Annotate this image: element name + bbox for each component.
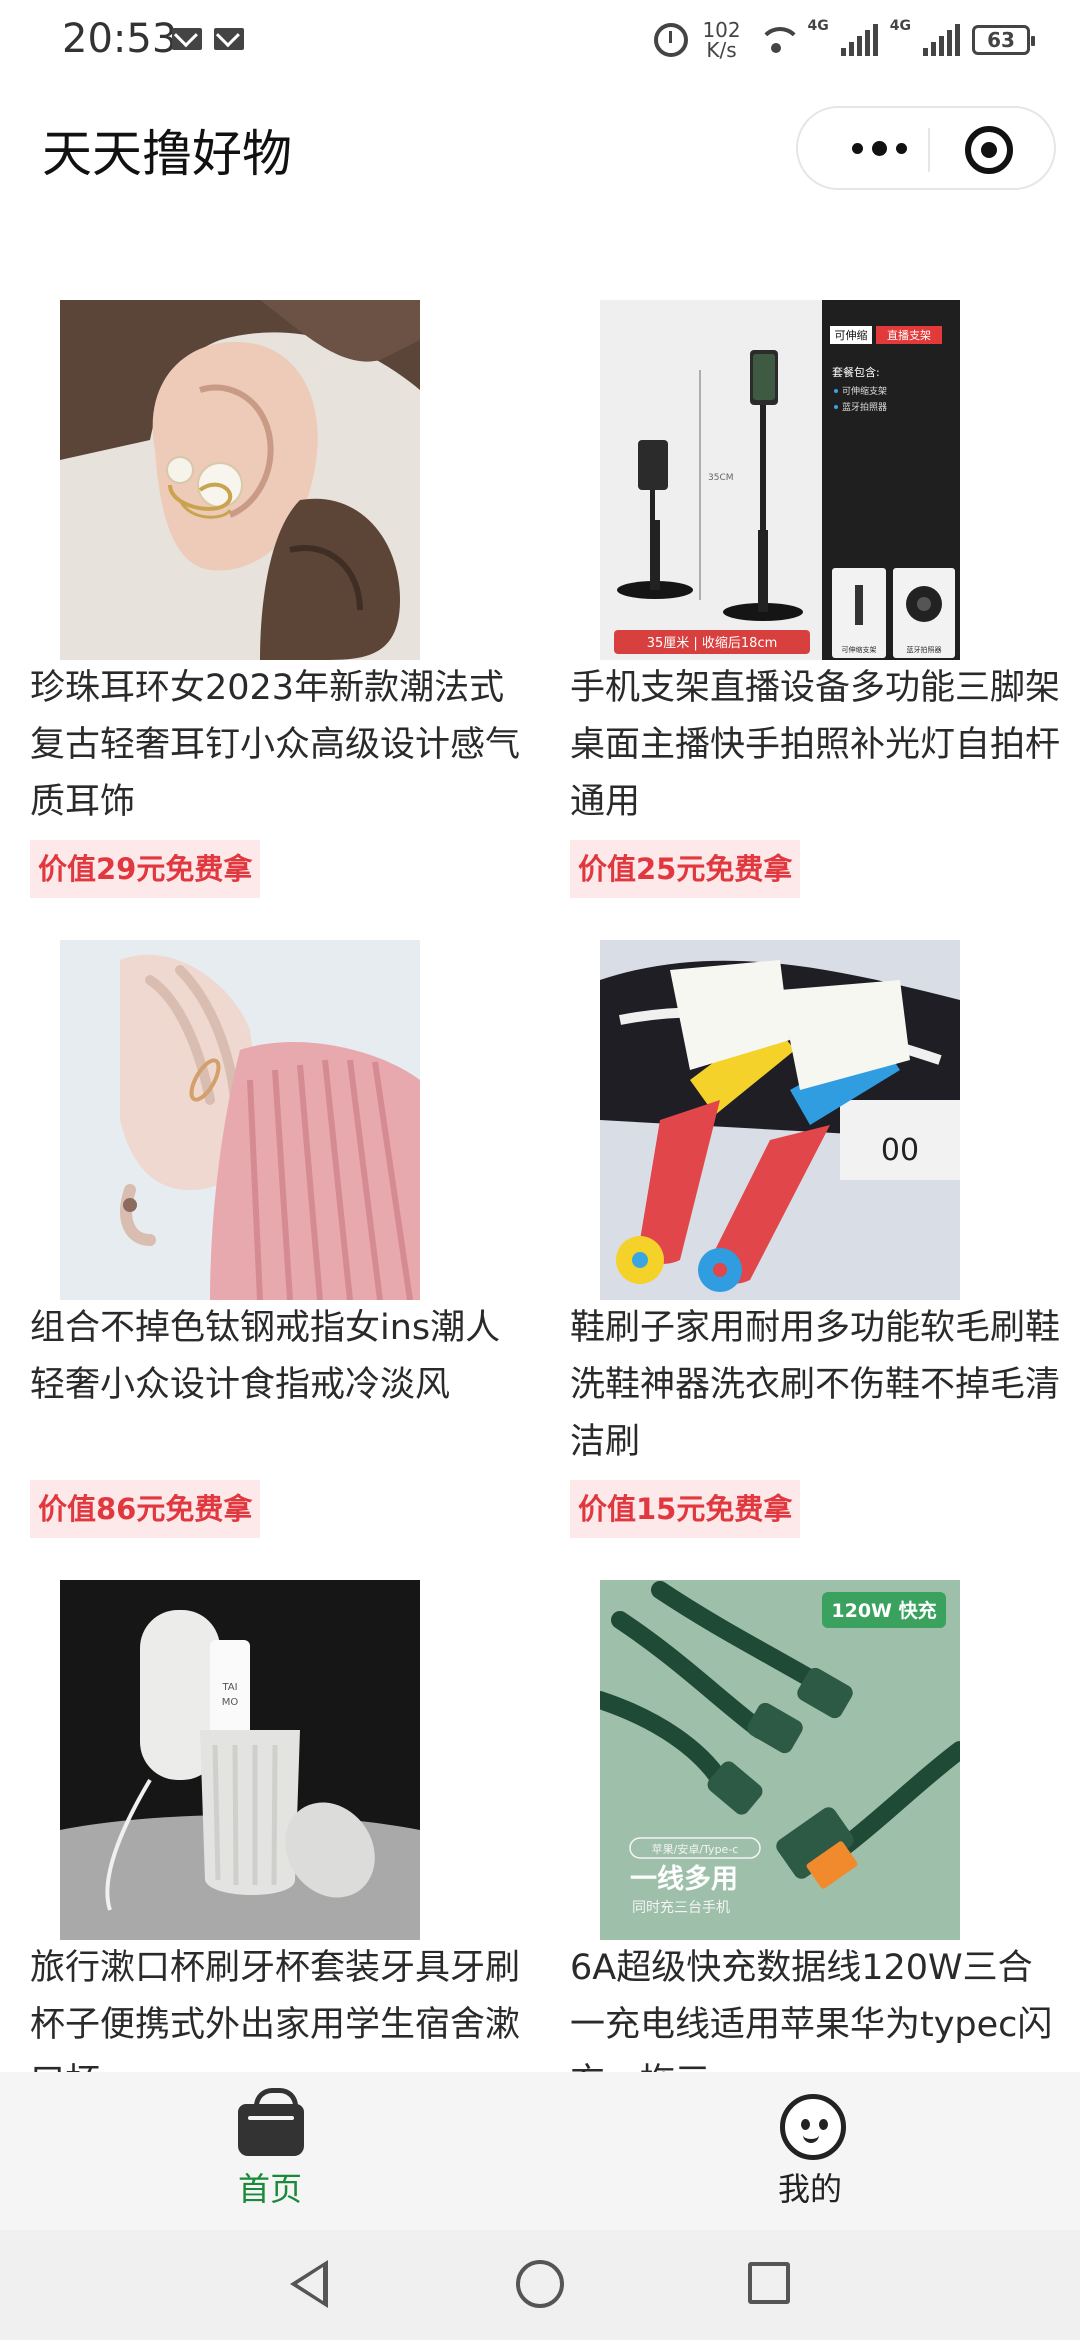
smiley-icon <box>780 2094 846 2160</box>
product-card[interactable]: 120W 快充 苹果/安卓/Type-c 一线多用 同时充三台手机 6A超级快充… <box>540 1580 1080 2072</box>
product-card[interactable]: 35CM 可伸缩 直播支架 套餐包含: 可伸缩支架 蓝牙拍照器 可伸缩支架 蓝牙… <box>540 300 1080 940</box>
product-image-ring[interactable] <box>60 940 420 1300</box>
height-label: 35CM <box>708 473 734 483</box>
product-title: 珍珠耳环女2023年新款潮法式复古轻奢耳钉小众高级设计感气质耳饰 <box>30 668 520 822</box>
svg-text:TAI: TAI <box>221 1682 237 1693</box>
tab-mine[interactable]: 我的 <box>540 2072 1080 2230</box>
tab-bar: 首页 我的 <box>0 2072 1080 2230</box>
product-image-toothbrush-cup[interactable]: TAI MO <box>60 1580 420 1940</box>
close-target-icon[interactable] <box>965 126 1013 174</box>
product-card[interactable]: 组合不掉色钛钢戒指女ins潮人轻奢小众设计食指戒冷淡风 价值86元免费拿 <box>0 940 540 1580</box>
system-nav-bar <box>0 2230 1080 2340</box>
thumb-label: 蓝牙拍照器 <box>907 645 942 654</box>
product-grid: 珍珠耳环女2023年新款潮法式复古轻奢耳钉小众高级设计感气质耳饰 价值29元免费… <box>0 300 1080 2072</box>
net-speed: 102 K/s <box>700 20 744 60</box>
status-time: 20:53 <box>62 16 178 62</box>
battery-icon: 63 <box>972 25 1035 55</box>
signal-label: 4G <box>807 18 829 34</box>
package-item: 蓝牙拍照器 <box>842 401 887 413</box>
product-title: 6A超级快充数据线120W三合一充电线适用苹果华为typec闪充一拖三 <box>570 1948 1053 2072</box>
product-card[interactable]: 00 鞋刷子家用耐用多功能软毛刷鞋洗鞋神器洗衣刷不伤鞋不掉毛清洁刷 价值15元免 <box>540 940 1080 1580</box>
price-tag: 价值86元免费拿 <box>30 1480 261 1538</box>
mail-icon <box>172 28 202 50</box>
signal-icon <box>840 24 878 56</box>
signal-icon <box>923 24 960 56</box>
tab-mine-label: 我的 <box>777 2170 842 2208</box>
shopping-bag-icon <box>238 2088 304 2156</box>
wifi-icon <box>756 25 802 55</box>
mini-program-capsule <box>796 106 1056 190</box>
page-title: 天天撸好物 <box>42 125 292 183</box>
product-title: 手机支架直播设备多功能三脚架桌面主播快手拍照补光灯自拍杆通用 <box>570 668 1060 822</box>
net-speed-unit: K/s <box>706 38 737 62</box>
svg-text:MO: MO <box>222 1697 239 1708</box>
cable-compat: 苹果/安卓/Type-c <box>652 1842 739 1856</box>
product-image-earring[interactable] <box>60 300 420 660</box>
status-bar: 20:53 102 K/s 4G 4G 63 <box>0 0 1080 80</box>
home-icon[interactable] <box>516 2260 564 2308</box>
product-card[interactable]: TAI MO 旅行漱口杯刷牙杯套装牙具牙刷杯子便携式外出家用学生宿舍漱口杯 <box>0 1580 540 2072</box>
title-bar: 天天撸好物 <box>0 80 1080 210</box>
cable-headline: 一线多用 <box>630 1864 738 1895</box>
cable-badge: 120W 快充 <box>831 1599 936 1622</box>
capsule-divider <box>928 128 930 172</box>
mail-icon <box>214 28 244 50</box>
status-icons: 102 K/s 4G 4G 63 <box>653 18 1035 62</box>
price-tag: 价值29元免费拿 <box>30 840 261 898</box>
price-tag: 价值25元免费拿 <box>570 840 801 898</box>
badge-label: 可伸缩 <box>835 329 868 342</box>
cable-subtitle: 同时充三台手机 <box>632 1900 730 1916</box>
product-image-shoe-brush[interactable]: 00 <box>600 940 960 1300</box>
tab-home-label: 首页 <box>237 2170 302 2208</box>
image-caption: 35厘米 | 收缩后18cm <box>647 635 778 651</box>
badge-label: 直播支架 <box>887 328 931 342</box>
alarm-icon <box>653 23 688 57</box>
thumb-label: 可伸缩支架 <box>842 645 877 654</box>
product-title: 组合不掉色钛钢戒指女ins潮人轻奢小众设计食指戒冷淡风 <box>30 1308 501 1405</box>
product-title: 鞋刷子家用耐用多功能软毛刷鞋洗鞋神器洗衣刷不伤鞋不掉毛清洁刷 <box>570 1308 1060 1462</box>
package-title: 套餐包含: <box>832 365 880 379</box>
product-card[interactable]: 珍珠耳环女2023年新款潮法式复古轻奢耳钉小众高级设计感气质耳饰 价值29元免费… <box>0 300 540 940</box>
price-tag: 价值15元免费拿 <box>570 1480 801 1538</box>
svg-text:00: 00 <box>881 1133 919 1168</box>
product-title: 旅行漱口杯刷牙杯套装牙具牙刷杯子便携式外出家用学生宿舍漱口杯 <box>30 1948 520 2072</box>
product-image-charging-cable[interactable]: 120W 快充 苹果/安卓/Type-c 一线多用 同时充三台手机 <box>600 1580 960 1940</box>
screen: 20:53 102 K/s 4G 4G 63 天天撸好物 珍珠耳环女2023年新… <box>0 0 1080 2340</box>
signal-label: 4G <box>889 18 911 34</box>
tab-home[interactable]: 首页 <box>0 2072 540 2230</box>
package-item: 可伸缩支架 <box>842 385 887 397</box>
product-image-phone-stand[interactable]: 35CM 可伸缩 直播支架 套餐包含: 可伸缩支架 蓝牙拍照器 可伸缩支架 蓝牙… <box>600 300 960 660</box>
recents-icon[interactable] <box>748 2262 790 2304</box>
back-icon[interactable] <box>290 2260 328 2308</box>
more-icon[interactable] <box>834 108 924 188</box>
